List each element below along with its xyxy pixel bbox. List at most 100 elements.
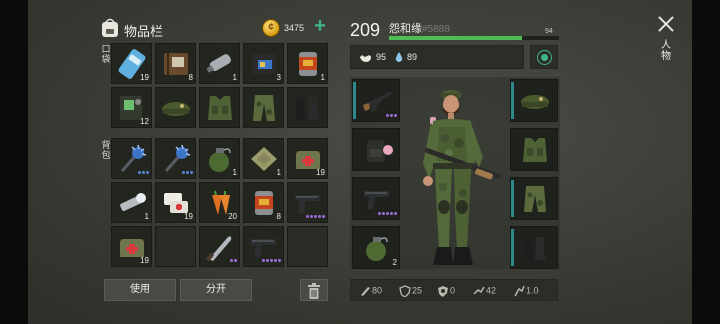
inventory-slot[interactable]: 1 <box>199 138 240 179</box>
close-button[interactable] <box>656 14 676 34</box>
inventory-slot[interactable]: 19 <box>155 182 196 223</box>
inventory-slot[interactable] <box>287 182 328 223</box>
inventory-slot[interactable] <box>243 226 284 267</box>
coin-icon: ¢ <box>262 19 280 37</box>
rarity-dots <box>378 212 397 216</box>
rarity-dots <box>262 259 281 263</box>
player-level: 209 <box>350 20 381 40</box>
inventory-slot[interactable] <box>155 138 196 179</box>
inventory-slot[interactable]: 8 <box>155 43 196 84</box>
bio-protection-icon <box>438 286 448 297</box>
item-count: 8 <box>276 212 281 221</box>
inventory-slot[interactable]: 12 <box>111 87 152 128</box>
inventory-slot[interactable] <box>199 226 240 267</box>
inventory-slot[interactable]: 19 <box>111 43 152 84</box>
canned-food-icon <box>255 191 273 215</box>
thirst-value: 89 <box>407 52 418 62</box>
player-id: #5888 <box>422 24 450 35</box>
inventory-slot[interactable]: 20 <box>199 182 240 223</box>
rarity-dots <box>138 171 149 175</box>
item-count: 12 <box>140 117 149 126</box>
inventory-slot[interactable]: 19 <box>111 226 152 267</box>
inventory-slot[interactable]: 3 <box>243 43 284 84</box>
boots-icon <box>523 237 548 260</box>
item-count: 19 <box>140 256 149 265</box>
screen-edge-right <box>692 0 720 324</box>
tactical-vest-icon <box>523 138 547 162</box>
equipment-slot-right[interactable] <box>510 128 558 171</box>
pistol-icon <box>364 191 389 209</box>
item-count: 2 <box>392 258 397 267</box>
empty-slot[interactable] <box>155 226 196 267</box>
inventory-slot[interactable] <box>199 87 240 128</box>
xp-bar-fill <box>389 36 522 40</box>
add-coins-button[interactable]: + <box>311 16 329 37</box>
wallet-icon <box>252 54 276 74</box>
combat-stat-value: 42 <box>486 285 497 296</box>
trash-button[interactable] <box>300 279 328 301</box>
camo-pants-icon <box>253 95 275 121</box>
combat-stat-value: 80 <box>372 285 383 296</box>
inventory-title: 物品栏 <box>124 24 164 39</box>
item-count: 19 <box>184 212 193 221</box>
water-drop-icon <box>395 52 403 63</box>
equipment-slot-right[interactable] <box>510 226 558 269</box>
hunger-value: 95 <box>376 52 387 62</box>
equipment-slot-left[interactable]: 2 <box>352 226 400 269</box>
trash-icon <box>308 283 320 299</box>
tab-character[interactable]: 人物 <box>660 40 672 62</box>
equipment-slot-right[interactable] <box>510 177 558 220</box>
equipment-slot-left[interactable] <box>352 128 400 171</box>
combat-stat-value: 0 <box>450 285 456 296</box>
stomach-icon <box>360 54 371 62</box>
backpack-grid: 1 1 19 1 19 20 8 19 <box>111 138 328 267</box>
beret-icon <box>521 95 549 109</box>
inventory-slot[interactable] <box>287 87 328 128</box>
inventory-slot[interactable]: 1 <box>199 43 240 84</box>
inventory-slot[interactable]: 1 <box>243 138 284 179</box>
combat-stat-value: 25 <box>412 285 423 296</box>
agility-icon <box>514 285 525 297</box>
backpack-icon <box>367 140 393 162</box>
item-count: 20 <box>228 212 237 221</box>
inventory-slot[interactable]: 19 <box>287 138 328 179</box>
camo-pants-icon <box>524 186 546 212</box>
inventory-slot[interactable]: 1 <box>287 43 328 84</box>
combat-stats-bar: 80 25 0 42 1.0 <box>350 279 558 301</box>
item-count: 1 <box>320 73 325 82</box>
backpack-icon <box>102 18 118 37</box>
perk-star-icon <box>537 50 552 65</box>
coin-balance: 3475 <box>284 23 305 33</box>
inventory-slot[interactable] <box>155 87 196 128</box>
item-count: 19 <box>316 168 325 177</box>
perks-button[interactable] <box>530 45 558 69</box>
equipment-slot-right[interactable] <box>510 79 558 122</box>
inventory-slot[interactable]: 1 <box>111 182 152 223</box>
inventory-slot[interactable] <box>111 138 152 179</box>
empty-slot[interactable] <box>287 226 328 267</box>
equipment-slot-left[interactable] <box>352 177 400 220</box>
equipment-slot-left[interactable] <box>352 79 400 122</box>
item-count: 8 <box>188 73 193 82</box>
xp-bar <box>389 36 559 40</box>
xp-value: 94 <box>545 28 553 35</box>
thirst-stat: 89 <box>395 52 417 63</box>
beret-icon <box>162 102 190 116</box>
rarity-dots <box>306 215 325 219</box>
inventory-slot[interactable] <box>243 87 284 128</box>
character-model <box>423 90 501 265</box>
item-count: 3 <box>276 73 281 82</box>
combat-stat: 80 <box>359 285 382 297</box>
item-count: 1 <box>144 212 149 221</box>
spray-can-icon <box>206 54 231 73</box>
split-button[interactable]: 分开 <box>180 279 252 301</box>
canned-food-icon <box>299 52 317 76</box>
combat-stat: 0 <box>437 285 455 297</box>
use-button[interactable]: 使用 <box>104 279 176 301</box>
shotgun-icon <box>363 91 392 113</box>
grenade-icon <box>366 237 388 261</box>
canvas-cloth-icon <box>251 147 277 171</box>
survival-stats-panel: 95 89 <box>350 45 524 69</box>
inventory-slot[interactable]: 8 <box>243 182 284 223</box>
tactical-vest-icon <box>208 96 232 120</box>
